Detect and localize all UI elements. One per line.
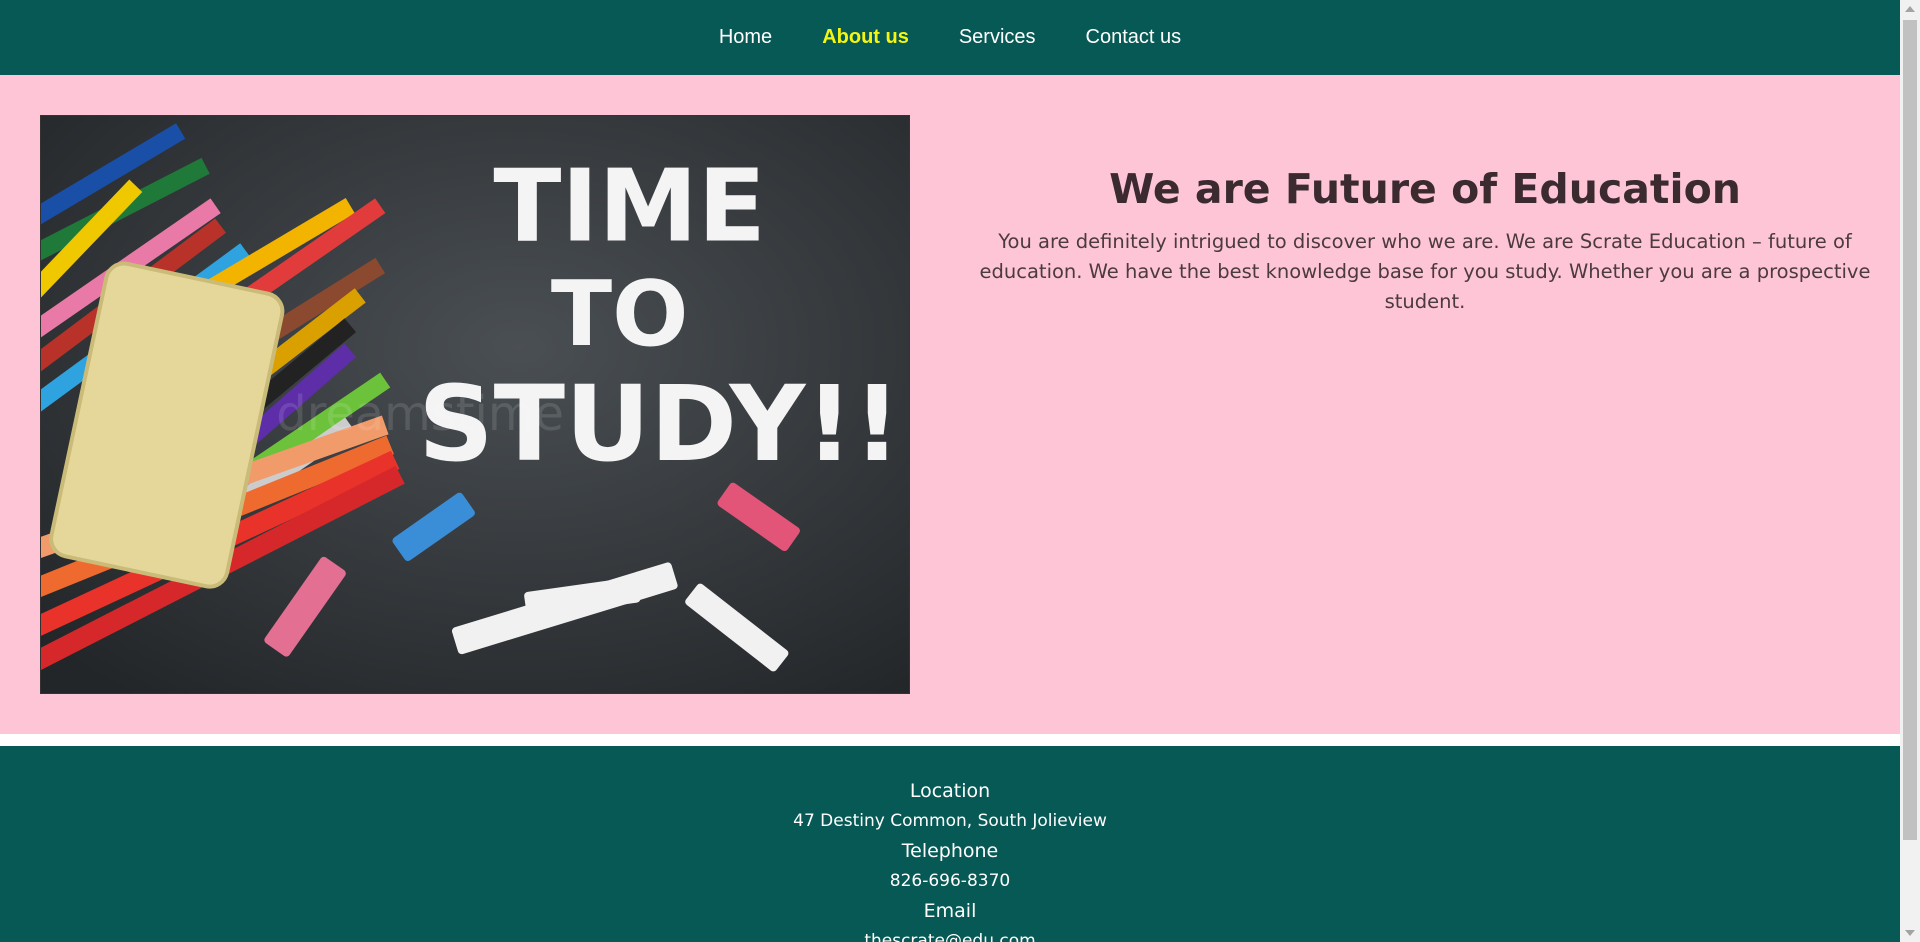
hero-text-block: We are Future of Education You are defin… — [965, 165, 1885, 317]
watermark-text: dreamstime — [276, 387, 564, 442]
hero-title: We are Future of Education — [1109, 165, 1741, 213]
telephone-value: 826-696-8370 — [889, 871, 1011, 891]
telephone-label: Telephone — [901, 840, 999, 862]
location-value: 47 Destiny Common, South Jolieview — [793, 811, 1107, 831]
nav-about-link[interactable]: About us — [822, 26, 909, 49]
hero-description: You are definitely intrigued to discover… — [979, 230, 1871, 313]
contact-footer: Location 47 Destiny Common, South Joliev… — [0, 746, 1900, 942]
nav-contact-link[interactable]: Contact us — [1086, 26, 1182, 49]
vertical-scrollbar[interactable] — [1900, 0, 1920, 942]
location-label: Location — [909, 780, 991, 802]
nav-home-link[interactable]: Home — [719, 26, 772, 49]
page-viewport: Home About us Services Contact us TIME T… — [0, 0, 1900, 942]
email-value[interactable]: thescrate@edu.com — [0, 926, 1900, 942]
chalk-text-line-2: TO — [551, 263, 689, 367]
scroll-up-arrow-icon[interactable] — [1905, 6, 1915, 12]
nav-services-link[interactable]: Services — [959, 26, 1036, 49]
scroll-down-arrow-icon[interactable] — [1905, 930, 1915, 936]
chalkboard-photo: TIME TO STUDY!! dreamstime — [40, 115, 910, 694]
about-hero-section: TIME TO STUDY!! dreamstime We are Future… — [0, 75, 1900, 734]
chalk-text-line-1: TIME — [493, 148, 766, 265]
email-label: Email — [923, 900, 977, 922]
scrollbar-thumb[interactable] — [1903, 20, 1917, 840]
top-navigation: Home About us Services Contact us — [0, 0, 1900, 75]
